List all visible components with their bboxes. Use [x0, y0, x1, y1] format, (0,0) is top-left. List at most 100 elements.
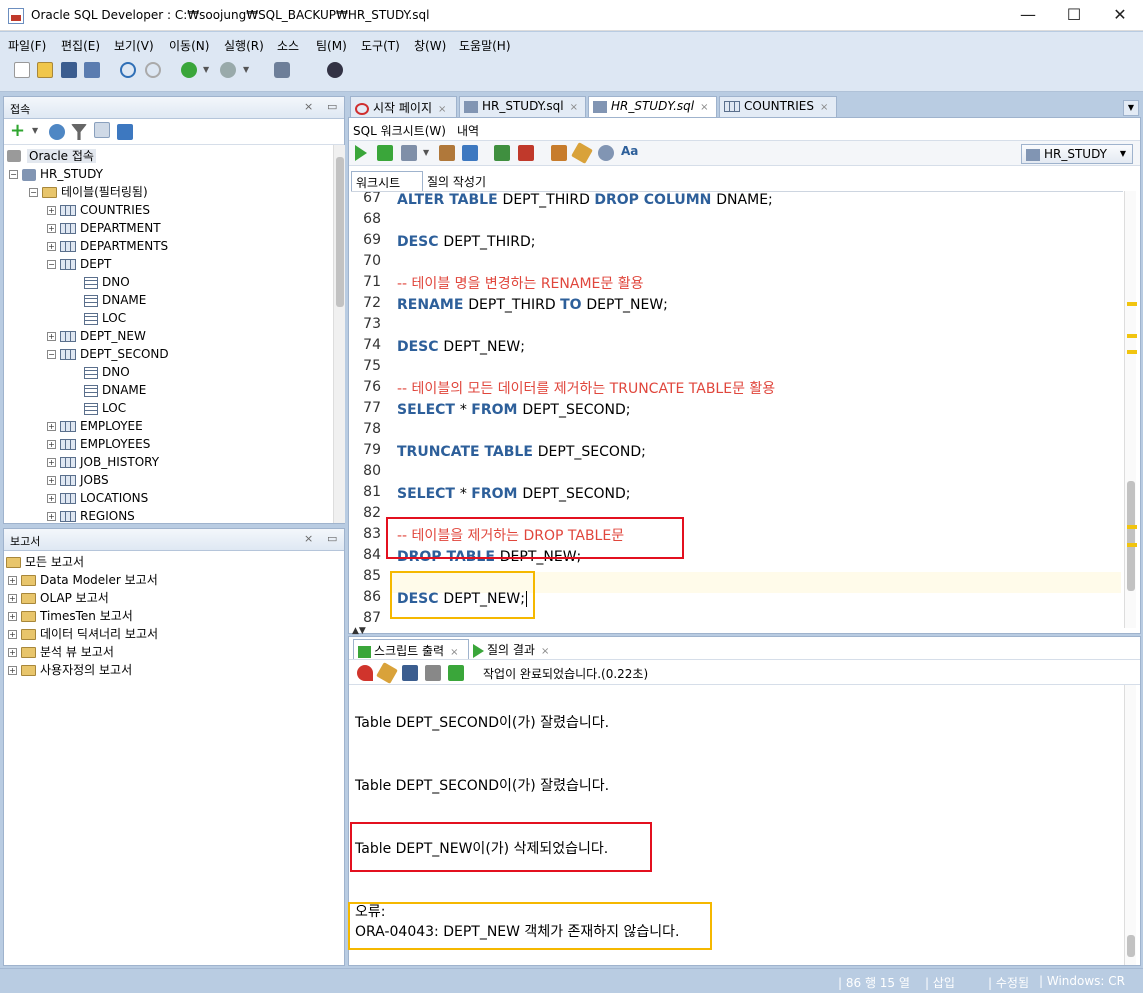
tab-script-output[interactable]: 스크립트 출력 ×: [353, 639, 469, 659]
overview-marker[interactable]: [1127, 302, 1137, 306]
format-case-icon[interactable]: Aa: [621, 144, 638, 158]
close-tab-icon[interactable]: ×: [570, 102, 578, 113]
open-folder-icon[interactable]: [37, 62, 53, 78]
redo-icon[interactable]: [145, 62, 161, 78]
tree-column-dname[interactable]: DNAME: [84, 291, 146, 309]
tree-connection-hr-study[interactable]: − HR_STUDY: [9, 165, 103, 183]
explain-plan-icon[interactable]: [439, 145, 455, 161]
connections-minimize-icon[interactable]: ▭: [327, 100, 337, 113]
clear-output-icon[interactable]: [376, 662, 398, 684]
run-statement-icon[interactable]: [355, 145, 367, 161]
connections-close-icon[interactable]: ×: [304, 100, 313, 113]
close-tab-icon[interactable]: ×: [450, 647, 458, 658]
report-data-modeler[interactable]: + Data Modeler 보고서: [8, 571, 158, 589]
editor-scrollbar-thumb[interactable]: [1127, 481, 1135, 591]
save-icon[interactable]: [61, 62, 77, 78]
back-icon[interactable]: [181, 62, 197, 78]
code-line[interactable]: TRUNCATE TABLE DEPT_SECOND;: [397, 442, 646, 463]
schema-browser-icon[interactable]: [94, 122, 110, 138]
overview-marker[interactable]: [1127, 525, 1137, 529]
add-connection-icon[interactable]: +: [10, 120, 25, 141]
undo-icon[interactable]: [120, 62, 136, 78]
tree-table-employees[interactable]: + EMPLOYEES: [47, 435, 150, 453]
overview-marker[interactable]: [1127, 334, 1137, 338]
menu-view[interactable]: 보기(V): [114, 37, 154, 54]
pin-icon[interactable]: [357, 665, 373, 681]
tab-list-icon[interactable]: ▼: [1123, 100, 1139, 116]
close-tab-icon[interactable]: ×: [820, 102, 828, 113]
close-tab-icon[interactable]: ×: [700, 102, 708, 113]
rollback-icon[interactable]: [518, 145, 534, 161]
menu-file[interactable]: 파일(F): [8, 37, 46, 54]
output-scrollbar[interactable]: [1124, 685, 1136, 965]
tab-start-page[interactable]: 시작 페이지 ×: [350, 96, 457, 118]
close-button[interactable]: ✕: [1097, 0, 1143, 31]
maximize-button[interactable]: ☐: [1051, 0, 1097, 31]
report-analytic-view[interactable]: + 분석 뷰 보고서: [8, 643, 114, 661]
tree-column-dno[interactable]: DNO: [84, 273, 130, 291]
splitter-arrows-icon[interactable]: ▲▼: [352, 626, 366, 636]
subtab-sql-worksheet[interactable]: SQL 워크시트(W): [353, 122, 446, 139]
tree-table-countries[interactable]: + COUNTRIES: [47, 201, 150, 219]
tab-query-builder[interactable]: 질의 작성기: [427, 173, 486, 190]
tree-table-departments[interactable]: + DEPARTMENTS: [47, 237, 168, 255]
report-data-dictionary[interactable]: + 데이터 딕셔너리 보고서: [8, 625, 158, 643]
tab-countries[interactable]: COUNTRIES ×: [719, 96, 837, 118]
menu-team[interactable]: 팀(M): [316, 37, 347, 54]
tree-table-regions[interactable]: + REGIONS: [47, 507, 135, 523]
menu-tools[interactable]: 도구(T): [361, 37, 400, 54]
output-scrollbar-thumb[interactable]: [1127, 935, 1135, 957]
code-line[interactable]: ALTER TABLE DEPT_THIRD DROP COLUMN DNAME…: [397, 192, 773, 211]
run-script-icon[interactable]: [377, 145, 393, 161]
menu-edit[interactable]: 편집(E): [61, 37, 100, 54]
tree-table-dept-second[interactable]: − DEPT_SECOND: [47, 345, 169, 363]
sql-history-icon[interactable]: [598, 145, 614, 161]
tab-hr-study-sql-2[interactable]: HR_STUDY.sql ×: [588, 96, 717, 118]
code-line[interactable]: RENAME DEPT_THIRD TO DEPT_NEW;: [397, 295, 668, 316]
report-all[interactable]: 모든 보고서: [6, 553, 84, 571]
save-output-icon[interactable]: [402, 665, 418, 681]
report-user-defined[interactable]: + 사용자정의 보고서: [8, 661, 132, 679]
autotrace-dropdown-icon[interactable]: ▼: [423, 148, 429, 157]
close-tab-icon[interactable]: ×: [438, 104, 446, 115]
unshared-sql-icon[interactable]: [551, 145, 567, 161]
find-db-object-icon[interactable]: [327, 62, 343, 78]
menu-window[interactable]: 창(W): [414, 37, 446, 54]
filter-icon[interactable]: [71, 124, 87, 140]
tree-oracle-connections[interactable]: Oracle 접속: [7, 147, 96, 165]
clear-icon[interactable]: [571, 142, 593, 164]
tree-column-dname[interactable]: DNAME: [84, 381, 146, 399]
close-tab-icon[interactable]: ×: [541, 646, 549, 657]
print-icon[interactable]: [425, 665, 441, 681]
save-all-icon[interactable]: [84, 62, 100, 78]
tree-table-employee[interactable]: + EMPLOYEE: [47, 417, 143, 435]
minimize-button[interactable]: —: [1005, 0, 1051, 31]
new-file-icon[interactable]: [14, 62, 30, 78]
output-script-icon[interactable]: [448, 665, 464, 681]
manage-connections-icon[interactable]: [117, 124, 133, 140]
tree-table-dept[interactable]: − DEPT: [47, 255, 111, 273]
reports-close-icon[interactable]: ×: [304, 532, 313, 545]
subtab-history[interactable]: 내역: [457, 122, 479, 139]
editor-scrollbar[interactable]: [1124, 191, 1136, 628]
add-connection-dropdown-icon[interactable]: ▼: [32, 126, 38, 135]
forward-dropdown-icon[interactable]: ▼: [243, 65, 249, 74]
code-line[interactable]: -- 테이블 명을 변경하는 RENAME문 활용: [397, 274, 643, 295]
code-line[interactable]: DESC DEPT_THIRD;: [397, 232, 535, 253]
menu-navigate[interactable]: 이동(N): [169, 37, 209, 54]
commit-icon[interactable]: [494, 145, 510, 161]
overview-marker[interactable]: [1127, 350, 1137, 354]
tree-table-locations[interactable]: + LOCATIONS: [47, 489, 148, 507]
code-line[interactable]: -- 테이블의 모든 데이터를 제거하는 TRUNCATE TABLE문 활용: [397, 379, 775, 400]
tree-table-dept-new[interactable]: + DEPT_NEW: [47, 327, 146, 345]
code-editor[interactable]: 67 ALTER TABLE DEPT_THIRD DROP COLUMN DNA…: [351, 191, 1123, 628]
connections-scrollbar[interactable]: [333, 145, 345, 523]
code-line[interactable]: DESC DEPT_NEW;: [397, 337, 525, 358]
tab-query-result[interactable]: 질의 결과 ×: [473, 641, 549, 658]
tab-hr-study-sql-1[interactable]: HR_STUDY.sql ×: [459, 96, 586, 118]
reports-minimize-icon[interactable]: ▭: [327, 532, 337, 545]
autotrace-icon[interactable]: [401, 145, 417, 161]
refresh-icon[interactable]: [49, 124, 65, 140]
code-line[interactable]: SELECT * FROM DEPT_SECOND;: [397, 484, 630, 505]
tree-table-job-history[interactable]: + JOB_HISTORY: [47, 453, 159, 471]
